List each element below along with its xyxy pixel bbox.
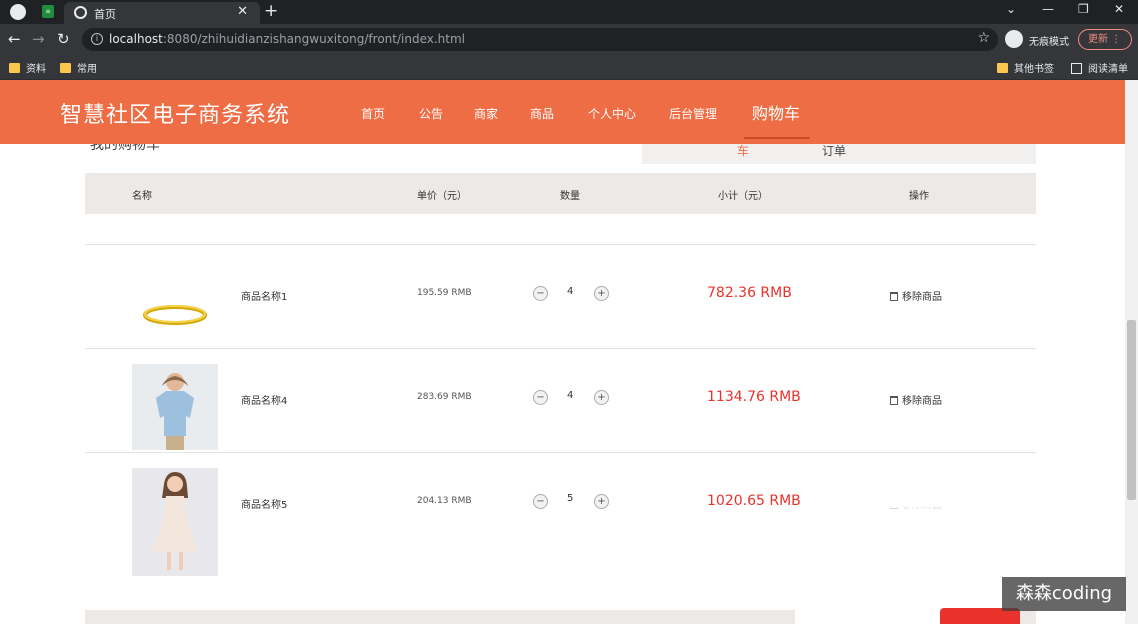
url-host: localhost xyxy=(109,32,163,46)
update-label: 更新 xyxy=(1088,34,1108,45)
bookmark-folder-2[interactable]: 常用 xyxy=(60,60,97,75)
trash-icon xyxy=(890,292,898,301)
site-title[interactable]: 智慧社区电子商务系统 xyxy=(60,97,290,129)
product-name[interactable]: 商品名称5 xyxy=(241,496,287,511)
col-action: 操作 xyxy=(909,191,929,202)
page-viewport: 我的购物车 车 订单 智慧社区电子商务系统 首页 公告 商家 商品 个人中心 后… xyxy=(0,80,1138,624)
folder-icon xyxy=(9,63,20,73)
cart-table-header: 名称 单价（元） 数量 小计（元） 操作 xyxy=(85,173,1036,214)
col-subtotal: 小计（元） xyxy=(718,191,768,202)
table-row: 商品名称4 283.69 RMB − 4 + 1134.76 RMB 移除商品 xyxy=(85,352,1036,456)
browser-tab-active[interactable]: 首页 ✕ xyxy=(64,2,260,24)
bookmark-label: 资料 xyxy=(26,64,46,75)
col-quantity: 数量 xyxy=(560,191,580,202)
incognito-label: 无痕模式 xyxy=(1029,37,1069,48)
folder-icon xyxy=(60,63,71,73)
info-icon[interactable]: i xyxy=(91,33,103,45)
trash-icon xyxy=(890,396,898,405)
qty-decrease-button[interactable]: − xyxy=(533,286,548,301)
row-subtotal: 782.36 RMB xyxy=(707,285,792,301)
bookmark-label: 其他书签 xyxy=(1014,64,1054,75)
new-tab-icon[interactable]: + xyxy=(264,1,278,21)
tab-title: 首页 xyxy=(94,8,116,21)
pinned-tab-icon[interactable]: ≡ xyxy=(42,5,54,18)
row-subtotal: 1020.65 RMB xyxy=(707,493,801,509)
other-bookmarks[interactable]: 其他书签 xyxy=(997,60,1054,75)
nav-admin[interactable]: 后台管理 xyxy=(669,105,717,122)
tab-close-icon[interactable]: ✕ xyxy=(237,4,248,19)
tab-cart[interactable]: 车 xyxy=(737,142,749,159)
qty-value[interactable]: 4 xyxy=(567,286,573,297)
row-subtotal: 1134.76 RMB xyxy=(707,389,801,405)
update-button[interactable]: 更新 ⋮ xyxy=(1078,29,1132,50)
tab-search-icon[interactable]: ⌄ xyxy=(1006,2,1016,16)
table-row: 商品名称1 195.59 RMB − 4 + 782.36 RMB 移除商品 xyxy=(85,245,1036,349)
col-unit-price: 单价（元） xyxy=(417,191,467,202)
product-name[interactable]: 商品名称1 xyxy=(241,288,287,303)
qty-decrease-button[interactable]: − xyxy=(533,390,548,405)
tab-orders[interactable]: 订单 xyxy=(822,142,846,159)
bookmark-label: 常用 xyxy=(77,64,97,75)
page-scrollbar[interactable] xyxy=(1125,80,1138,624)
reading-list[interactable]: 阅读清单 xyxy=(1071,60,1128,75)
remove-label: 移除商品 xyxy=(902,292,942,303)
table-row: 商品名称5 204.13 RMB − 5 + 1020.65 RMB 移除商品 xyxy=(85,456,1036,576)
address-bar: ← → ↻ i localhost:8080/zhihuidianzishang… xyxy=(0,24,1138,55)
remove-item-button[interactable]: 移除商品 xyxy=(890,392,942,407)
reading-list-icon xyxy=(1071,63,1082,74)
url-path: :8080/zhihuidianzishangwuxitong/front/in… xyxy=(162,32,465,46)
back-icon[interactable]: ← xyxy=(8,30,21,48)
unit-price: 195.59 RMB xyxy=(417,288,472,298)
watermark: 森森coding xyxy=(1002,577,1126,611)
divider xyxy=(85,348,1036,349)
reload-icon[interactable]: ↻ xyxy=(57,30,70,48)
qty-value[interactable]: 5 xyxy=(567,493,573,504)
folder-icon xyxy=(997,63,1008,73)
bookmark-label: 阅读清单 xyxy=(1088,64,1128,75)
qty-increase-button[interactable]: + xyxy=(594,390,609,405)
close-window-icon[interactable]: ✕ xyxy=(1114,2,1124,16)
site-header: 智慧社区电子商务系统 首页 公告 商家 商品 个人中心 后台管理 购物车 xyxy=(0,80,1125,144)
qty-increase-button[interactable]: + xyxy=(594,494,609,509)
bookmark-folder-1[interactable]: 资料 xyxy=(9,60,46,75)
nav-cart[interactable]: 购物车 xyxy=(752,100,800,124)
bookmark-star-icon[interactable]: ☆ xyxy=(977,30,990,46)
blur-overlay xyxy=(795,595,945,624)
remove-item-button[interactable]: 移除商品 xyxy=(890,288,942,303)
minimize-icon[interactable]: — xyxy=(1042,2,1054,16)
bookmarks-bar: 资料 常用 其他书签 阅读清单 xyxy=(0,55,1138,80)
restore-icon[interactable]: ❐ xyxy=(1078,2,1089,16)
nav-announcements[interactable]: 公告 xyxy=(419,105,443,122)
blur-overlay xyxy=(880,488,960,510)
nav-merchants[interactable]: 商家 xyxy=(474,105,498,122)
nav-home[interactable]: 首页 xyxy=(361,105,385,122)
cart-tab-strip: 车 订单 xyxy=(642,142,1036,164)
browser-menu-icon[interactable] xyxy=(10,4,26,20)
unit-price: 204.13 RMB xyxy=(417,496,472,506)
url-field[interactable]: i localhost:8080/zhihuidianzishangwuxito… xyxy=(82,28,998,51)
nav-products[interactable]: 商品 xyxy=(530,105,554,122)
globe-icon xyxy=(74,6,87,19)
qty-decrease-button[interactable]: − xyxy=(533,494,548,509)
remove-label: 移除商品 xyxy=(902,396,942,407)
product-image-bracelet[interactable] xyxy=(132,257,218,343)
product-name[interactable]: 商品名称4 xyxy=(241,392,287,407)
divider xyxy=(85,452,1036,453)
col-name: 名称 xyxy=(132,191,152,202)
browser-tab-bar: ≡ 首页 ✕ + ⌄ — ❐ ✕ xyxy=(0,0,1138,24)
product-image-dress[interactable] xyxy=(132,468,218,576)
scroll-thumb[interactable] xyxy=(1127,320,1136,500)
qty-value[interactable]: 4 xyxy=(567,390,573,401)
nav-active-underline xyxy=(744,137,810,139)
forward-icon[interactable]: → xyxy=(32,30,45,48)
nav-personal-center[interactable]: 个人中心 xyxy=(588,105,636,122)
qty-increase-button[interactable]: + xyxy=(594,286,609,301)
incognito-icon[interactable] xyxy=(1005,30,1023,48)
product-image-polo[interactable] xyxy=(132,364,218,450)
unit-price: 283.69 RMB xyxy=(417,392,472,402)
